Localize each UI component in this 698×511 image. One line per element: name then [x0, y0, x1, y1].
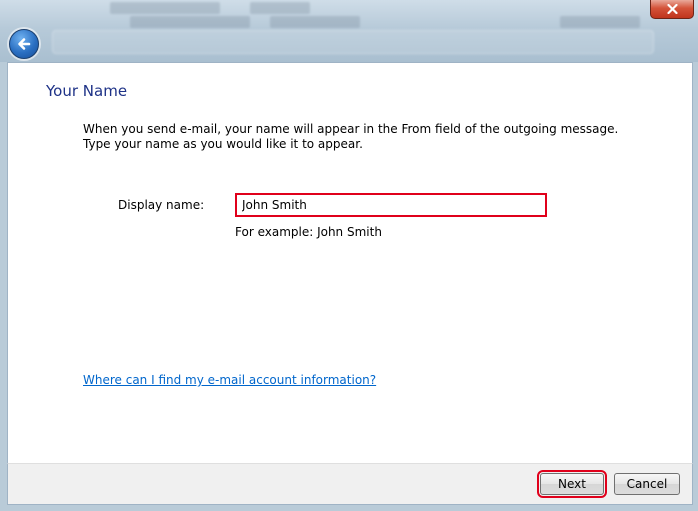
page-title: Your Name	[46, 82, 128, 100]
back-arrow-icon	[18, 38, 31, 50]
instruction-line-1: When you send e-mail, your name will app…	[83, 122, 619, 136]
back-button[interactable]	[9, 29, 39, 59]
account-info-help-link[interactable]: Where can I find my e-mail account infor…	[83, 373, 376, 387]
display-name-label: Display name:	[118, 198, 205, 212]
close-icon	[666, 4, 678, 14]
wizard-content: Your Name When you send e-mail, your nam…	[7, 62, 693, 464]
display-name-field[interactable]	[235, 193, 547, 217]
wizard-footer: Next Cancel	[7, 463, 693, 505]
next-button[interactable]: Next	[537, 470, 607, 498]
cancel-button[interactable]: Cancel	[614, 473, 680, 495]
example-hint: For example: John Smith	[235, 225, 382, 239]
title-bar	[0, 0, 698, 62]
close-button[interactable]	[650, 0, 694, 19]
background-window-ghost	[40, 0, 660, 58]
instruction-line-2: Type your name as you would like it to a…	[83, 137, 363, 151]
instructions: When you send e-mail, your name will app…	[83, 122, 643, 152]
